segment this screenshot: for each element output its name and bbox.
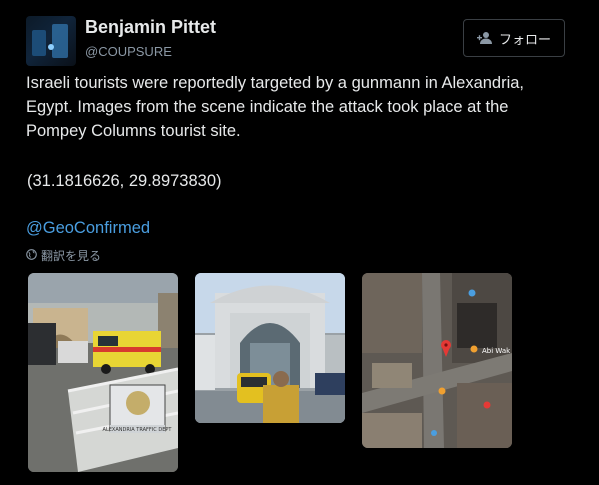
follow-label: フォロー [498, 31, 551, 47]
author-name[interactable]: Benjamin Pittet [85, 17, 216, 38]
follow-button[interactable]: フォロー [463, 19, 565, 57]
globe-icon [26, 248, 37, 263]
svg-text:Abi Wak: Abi Wak [482, 347, 511, 355]
tweet-image-2[interactable] [195, 273, 345, 423]
tweet-image-1[interactable]: ALEXANDRIA TRAFFIC DEPT [28, 273, 178, 472]
tweet-text: Israeli tourists were reportedly targete… [26, 74, 525, 140]
avatar[interactable] [26, 16, 76, 66]
translate-label: 翻訳を見る [41, 249, 102, 263]
mention-link[interactable]: @GeoConfirmed [26, 219, 150, 238]
add-user-icon [476, 31, 493, 45]
translate-link[interactable]: 翻訳を見る [26, 247, 101, 264]
tweet-image-3[interactable]: Abi Wak [362, 273, 512, 448]
svg-text:ALEXANDRIA TRAFFIC DEPT: ALEXANDRIA TRAFFIC DEPT [103, 427, 173, 433]
tweet-coordinates: (31.1816626, 29.8973830) [27, 172, 222, 190]
author-handle[interactable]: @COUPSURE [85, 44, 172, 59]
